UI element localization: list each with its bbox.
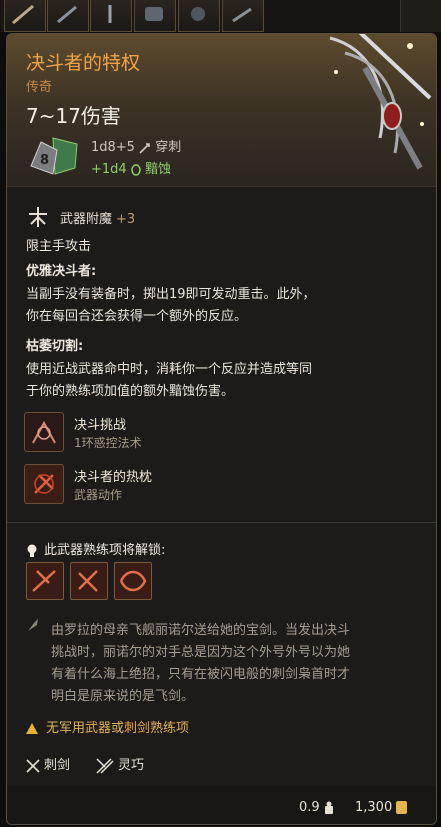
hotbar-slot[interactable]	[90, 0, 132, 32]
lore-line: 有着什么海上绝招，只有在被闪电般的刺剑枭首时才	[51, 667, 351, 682]
item-weight: 0.9	[299, 800, 334, 815]
crossed-swords-icon	[26, 758, 40, 773]
graceful-duellist-line: 当副手没有装备时，掷出19即可发动重击。此外，	[26, 287, 316, 302]
proficiency-unlock-heading: 此武器熟练项将解锁:	[26, 539, 165, 558]
die-face-label: 8	[40, 153, 49, 168]
enchant-value: +3	[116, 212, 136, 227]
wither-cut-title: 枯萎切割:	[26, 339, 84, 354]
lightbulb-icon	[27, 544, 37, 557]
piercing-icon	[139, 142, 150, 154]
damage-bonus: +1d4 黯蚀	[91, 158, 171, 177]
duel-challenge-icon	[24, 412, 64, 452]
hotbar-slot[interactable]	[47, 0, 89, 32]
side-frame	[400, 0, 441, 32]
lore-line: 由罗拉的母亲飞舰丽诺尔送给她的宝剑。当发出决斗	[51, 623, 351, 638]
item-price: 1,300	[355, 800, 408, 815]
enchant-icon	[29, 207, 47, 227]
hotbar-slot[interactable]	[134, 0, 176, 32]
damage-bonus-type: 黯蚀	[144, 162, 171, 177]
action-name: 决斗者的热枕	[74, 470, 153, 485]
quill-icon	[28, 619, 38, 631]
finesse-icon	[96, 757, 114, 774]
weapon-icon	[232, 7, 252, 23]
property-label: 刺剑	[44, 758, 71, 773]
lore-line: 挑战时，丽诺尔的对手总是因为这个外号外号以为她	[51, 645, 351, 660]
action-duel-challenge[interactable]: 决斗挑战 1环惑控法术	[24, 412, 424, 456]
item-rarity: 传奇	[26, 80, 53, 95]
divider	[7, 522, 436, 523]
warning-icon	[26, 723, 38, 734]
gold-coin-icon	[396, 801, 408, 814]
damage-main-dice: 1d8+5	[91, 140, 135, 155]
weapon-enchantment: 武器附魔 +3	[26, 206, 135, 228]
damage-main: 1d8+5 穿刺	[91, 136, 181, 155]
property-finesse: 灵巧	[96, 754, 144, 774]
hotbar-slot[interactable]	[178, 0, 220, 32]
proficiency-action-icon[interactable]	[26, 562, 64, 600]
proficiency-action-icon[interactable]	[114, 562, 152, 600]
armor-icon	[145, 7, 163, 21]
warning-text: 无军用武器或	[46, 721, 125, 736]
property-rapier: 刺剑	[26, 754, 70, 773]
graceful-duellist-title: 优雅决斗者:	[26, 264, 97, 279]
weapon-icon	[12, 4, 34, 25]
wither-cut-line: 使用近战武器命中时，消耗你一个反应并造成等同	[26, 362, 313, 377]
lore-line: 明白是原来说的是飞剑。	[51, 689, 195, 704]
action-type: 1环惑控法术	[74, 436, 142, 450]
warning-highlight: 刺剑	[124, 721, 151, 736]
mainhand-only-text: 限主手攻击	[26, 239, 92, 254]
necrotic-icon	[131, 163, 141, 176]
hotbar-slot[interactable]	[222, 0, 264, 32]
action-type: 武器动作	[74, 488, 123, 502]
action-duellists-zeal[interactable]: 决斗者的热枕 武器动作	[24, 464, 424, 508]
divider	[7, 186, 436, 187]
property-label: 灵巧	[118, 758, 145, 773]
item-tooltip: 决斗者的特权 传奇 7~17伤害 8 1d8+5 穿刺 +1d4 黯蚀 武器附魔…	[6, 33, 437, 825]
hotbar-slot[interactable]	[4, 0, 46, 32]
duellist-zeal-icon	[24, 464, 64, 504]
rapier-icon	[329, 34, 432, 170]
price-value: 1,300	[355, 800, 393, 815]
weight-value: 0.9	[299, 800, 320, 815]
action-name: 决斗挑战	[74, 418, 127, 433]
wither-cut-line: 于你的熟练项加值的额外黯蚀伤害。	[26, 384, 235, 399]
proficiency-action-icon[interactable]	[70, 562, 108, 600]
damage-summary: 7~17伤害	[26, 104, 121, 128]
warning-text: 熟练项	[150, 721, 190, 736]
graceful-duellist-line: 你在每回合还会获得一个额外的反应。	[26, 309, 248, 324]
item-name: 决斗者的特权	[26, 52, 141, 74]
proficiency-heading-text: 此武器熟练项将解锁:	[44, 543, 166, 558]
weight-icon	[324, 801, 333, 814]
d8-die-icon: 8	[30, 137, 78, 175]
damage-bonus-dice: +1d4	[91, 162, 127, 177]
weapon-icon	[108, 5, 112, 23]
enchant-label: 武器附魔	[60, 212, 113, 227]
weapon-icon	[57, 5, 77, 24]
hotbar	[0, 0, 441, 32]
gauntlet-icon	[191, 7, 205, 21]
damage-main-type: 穿刺	[155, 140, 182, 155]
proficiency-warning: 无军用武器或刺剑熟练项	[26, 717, 189, 736]
